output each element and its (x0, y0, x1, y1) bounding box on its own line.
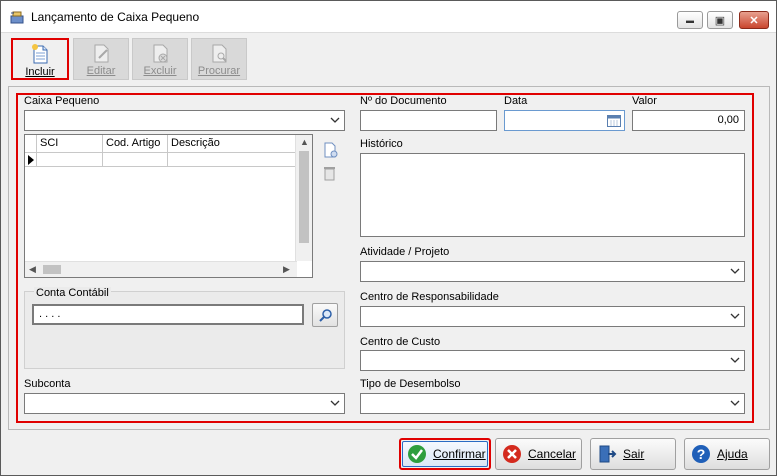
tipo-desembolso-combo[interactable] (360, 393, 745, 414)
conta-search-button[interactable] (312, 303, 338, 327)
svg-text:?: ? (697, 446, 706, 462)
row-pointer-icon (28, 155, 34, 165)
procurar-button[interactable]: Procurar (191, 38, 247, 80)
confirmar-button[interactable]: Confirmar (399, 438, 491, 470)
conta-contabil-input[interactable]: . . . . (32, 304, 304, 325)
editar-button[interactable]: Editar (73, 38, 129, 80)
scroll-left-icon[interactable]: ◀ (29, 264, 36, 275)
horizontal-scroll-thumb[interactable] (43, 265, 61, 274)
chevron-down-icon (330, 400, 340, 406)
tipo-desembolso-label: Tipo de Desembolso (360, 378, 461, 390)
dialog-window: Lançamento de Caixa Pequeno ▬ ▣ ✕ Inclui… (0, 0, 777, 476)
excluir-button[interactable]: Excluir (132, 38, 188, 80)
delete-document-icon (153, 44, 168, 63)
numero-documento-input[interactable] (360, 110, 497, 131)
caixa-pequeno-combo[interactable] (24, 110, 345, 131)
incluir-label: Incluir (25, 66, 55, 78)
centro-custo-combo[interactable] (360, 350, 745, 371)
cancel-icon (503, 445, 521, 463)
subconta-combo[interactable] (24, 393, 345, 414)
conta-contabil-group (24, 291, 345, 369)
close-icon: ✕ (749, 14, 759, 27)
cell-sci[interactable] (37, 153, 103, 167)
sair-label: Sair (623, 447, 645, 461)
confirmar-button-inner: Confirmar (402, 441, 488, 467)
vertical-scroll-thumb[interactable] (299, 151, 309, 243)
grid-vertical-scrollbar[interactable]: ▲ (295, 135, 312, 261)
chevron-down-icon (730, 268, 740, 274)
valor-label: Valor (632, 95, 657, 107)
scroll-right-icon[interactable]: ▶ (283, 264, 290, 275)
cell-cod-artigo[interactable] (103, 153, 168, 167)
historico-textarea[interactable] (360, 153, 745, 237)
chevron-down-icon (730, 357, 740, 363)
grid-horizontal-scrollbar[interactable]: ◀ ▶ (25, 261, 297, 277)
close-button[interactable]: ✕ (739, 11, 769, 29)
conta-contabil-label: Conta Contábil (34, 287, 111, 299)
confirmar-label: Confirmar (433, 447, 486, 461)
ajuda-label: Ajuda (717, 447, 748, 461)
valor-input[interactable]: 0,00 (632, 110, 745, 131)
minimize-button[interactable]: ▬ (677, 11, 703, 29)
sair-button[interactable]: Sair (590, 438, 676, 470)
historico-label: Histórico (360, 138, 403, 150)
help-icon: ? (692, 445, 710, 463)
checkmark-icon (408, 445, 426, 463)
window-title: Lançamento de Caixa Pequeno (31, 10, 200, 24)
maximize-button[interactable]: ▣ (707, 11, 733, 29)
grid-indicator-header (25, 135, 37, 153)
cell-descricao[interactable] (168, 153, 296, 167)
search-icon (319, 309, 332, 322)
title-bar: Lançamento de Caixa Pequeno ▬ ▣ ✕ (1, 1, 776, 33)
procurar-label: Procurar (197, 65, 241, 77)
trash-icon[interactable] (321, 164, 339, 182)
caixa-pequeno-label: Caixa Pequeno (24, 95, 100, 107)
cash-register-icon (10, 11, 24, 24)
add-row-icon[interactable] (321, 141, 339, 159)
scroll-up-icon[interactable]: ▲ (300, 137, 309, 147)
row-indicator (25, 153, 37, 167)
search-document-icon (212, 44, 227, 63)
editar-label: Editar (86, 65, 116, 77)
excluir-label: Excluir (143, 65, 177, 77)
grid-col-descricao[interactable]: Descrição (168, 135, 296, 153)
cancelar-label: Cancelar (528, 447, 577, 461)
data-input[interactable] (504, 110, 625, 131)
subconta-label: Subconta (24, 378, 71, 390)
grid-col-cod-artigo[interactable]: Cod. Artigo (103, 135, 168, 153)
new-document-icon (32, 44, 48, 64)
toolbar: Incluir Editar Excluir Procurar (7, 35, 771, 83)
ajuda-button[interactable]: ? Ajuda (684, 438, 770, 470)
items-grid[interactable]: SCI Cod. Artigo Descrição ▲ ◀ ▶ (24, 134, 313, 278)
atividade-label: Atividade / Projeto (360, 246, 450, 258)
chevron-down-icon (330, 117, 340, 123)
incluir-button[interactable]: Incluir (11, 38, 69, 80)
centro-custo-label: Centro de Custo (360, 336, 441, 348)
chevron-down-icon (730, 313, 740, 319)
exit-door-icon (599, 445, 617, 463)
grid-header: SCI Cod. Artigo Descrição (25, 135, 296, 153)
data-label: Data (504, 95, 528, 107)
atividade-combo[interactable] (360, 261, 745, 282)
maximize-icon: ▣ (714, 14, 726, 27)
centro-resp-label: Centro de Responsabilidade (360, 291, 499, 303)
edit-document-icon (94, 44, 109, 63)
calendar-icon[interactable] (607, 114, 621, 127)
cancelar-button[interactable]: Cancelar (495, 438, 582, 470)
minimize-icon: ▬ (686, 15, 694, 25)
centro-resp-combo[interactable] (360, 306, 745, 327)
table-row[interactable] (25, 153, 296, 167)
numero-documento-label: Nº do Documento (360, 95, 447, 107)
chevron-down-icon (730, 400, 740, 406)
grid-col-sci[interactable]: SCI (37, 135, 103, 153)
